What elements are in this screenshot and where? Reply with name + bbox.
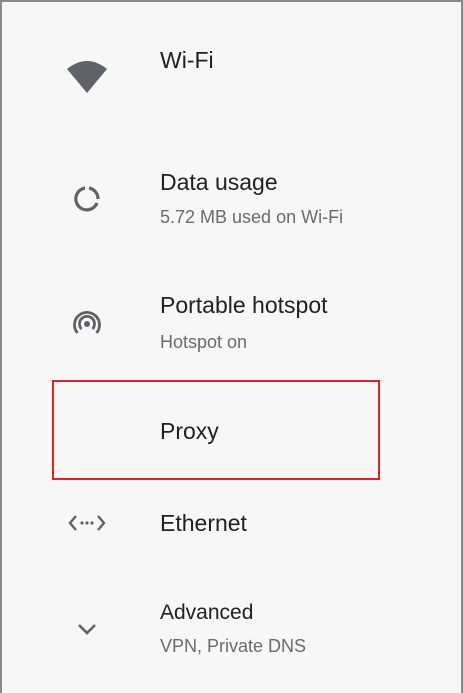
settings-item-data-usage[interactable]: Data usage 5.72 MB used on Wi-Fi: [2, 142, 461, 252]
settings-item-subtitle: 5.72 MB used on Wi-Fi: [160, 207, 344, 227]
settings-screen: Wi-Fi Data usage 5.72 MB used on Wi-Fi P…: [0, 0, 463, 693]
data-usage-icon: [62, 174, 112, 224]
settings-item-title: Ethernet: [160, 510, 247, 536]
settings-item-ethernet[interactable]: Ethernet: [2, 490, 461, 560]
wifi-icon: [62, 50, 112, 100]
settings-item-subtitle: Hotspot on: [160, 332, 248, 352]
hotspot-icon: [62, 298, 112, 348]
settings-item-subtitle: VPN, Private DNS: [160, 636, 307, 656]
settings-item-title: Wi-Fi: [160, 47, 214, 73]
ethernet-icon: [62, 498, 112, 548]
settings-item-title: Data usage: [160, 169, 278, 195]
settings-item-wifi[interactable]: Wi-Fi: [2, 2, 461, 122]
selection-highlight: [52, 380, 380, 480]
settings-item-title: Advanced: [160, 601, 254, 624]
settings-item-portable-hotspot[interactable]: Portable hotspot Hotspot on: [2, 264, 461, 374]
settings-item-advanced[interactable]: Advanced VPN, Private DNS: [2, 582, 461, 692]
settings-item-title: Portable hotspot: [160, 292, 328, 318]
chevron-down-icon: [62, 604, 112, 654]
